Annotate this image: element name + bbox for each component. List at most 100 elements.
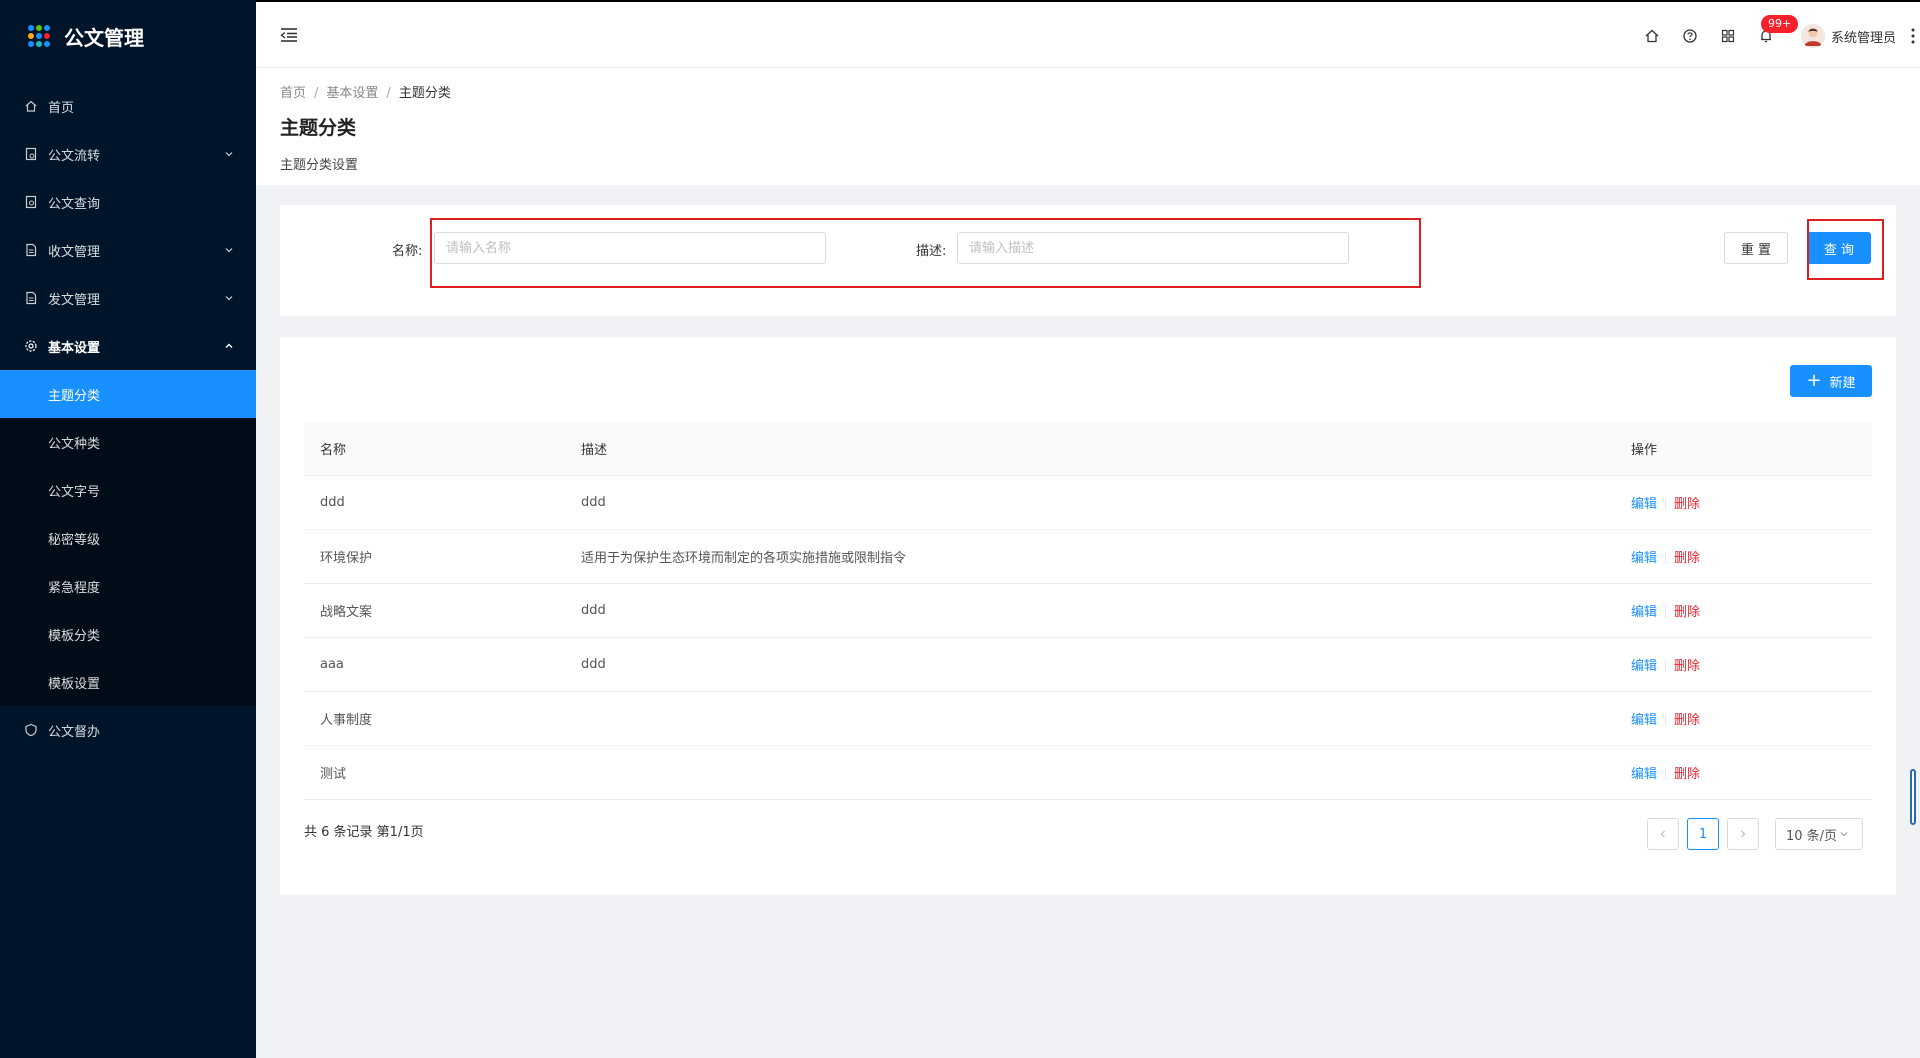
more-vertical-icon[interactable]	[1910, 27, 1916, 45]
cell-actions: 编辑 删除	[1615, 475, 1872, 530]
table-row: 人事制度 编辑 删除	[304, 691, 1872, 746]
home-icon[interactable]	[1643, 27, 1661, 45]
help-icon[interactable]	[1681, 27, 1699, 45]
edit-link[interactable]: 编辑	[1631, 497, 1657, 512]
table-row: aaa ddd 编辑 删除	[304, 637, 1872, 692]
page-size-value: 10 条/页	[1786, 828, 1838, 844]
sidebar-item-doc-send[interactable]: 发文管理	[0, 274, 256, 322]
sidebar-item-label: 秘密等级	[48, 532, 101, 548]
username[interactable]: 系统管理员	[1831, 27, 1896, 46]
table-row: ddd ddd 编辑 删除	[304, 475, 1872, 530]
new-button[interactable]: + 新建	[1790, 365, 1872, 397]
chevron-left-icon	[1660, 830, 1665, 838]
prev-page-button[interactable]	[1647, 818, 1679, 850]
breadcrumb-basic-settings[interactable]: 基本设置	[326, 86, 378, 101]
doc-search-icon	[24, 195, 38, 209]
delete-link[interactable]: 删除	[1674, 659, 1700, 674]
cell-name: aaa	[304, 637, 565, 692]
reset-button[interactable]: 重 置	[1724, 232, 1788, 264]
plus-icon: +	[1806, 370, 1822, 391]
delete-link[interactable]: 删除	[1674, 551, 1700, 566]
sidebar-item-basic-settings[interactable]: 基本设置	[0, 322, 256, 370]
chevron-down-icon	[225, 152, 233, 157]
delete-link[interactable]: 删除	[1674, 767, 1700, 782]
next-page-button[interactable]	[1727, 818, 1759, 850]
chevron-up-icon	[225, 343, 233, 348]
sidebar-item-label: 公文流转	[48, 148, 101, 164]
breadcrumb-home[interactable]: 首页	[280, 86, 306, 101]
app-logo[interactable]: 公文管理	[0, 0, 256, 72]
sidebar-item-home[interactable]: 首页	[0, 82, 256, 130]
action-divider	[1665, 606, 1667, 618]
topic-table: 名称 描述 操作 ddd ddd 编辑 删除 环境保护 适用于为保护生态环境而制定…	[304, 422, 1872, 800]
breadcrumb-current: 主题分类	[398, 86, 451, 101]
cell-actions: 编辑 删除	[1615, 637, 1872, 692]
edit-link[interactable]: 编辑	[1631, 767, 1657, 782]
sidebar-item-template-category[interactable]: 模板分类	[0, 610, 256, 658]
fields-highlight-box	[430, 218, 1421, 288]
sidebar-item-doc-search[interactable]: 公文查询	[0, 178, 256, 226]
edit-link[interactable]: 编辑	[1631, 551, 1657, 566]
new-button-label: 新建	[1829, 375, 1856, 391]
chevron-right-icon	[1741, 830, 1746, 838]
apps-icon[interactable]	[1719, 27, 1737, 45]
cell-name: 环境保护	[304, 529, 565, 584]
edit-link[interactable]: 编辑	[1631, 659, 1657, 674]
sidebar-item-doc-flow[interactable]: 公文流转	[0, 130, 256, 178]
menu-fold-icon[interactable]	[279, 26, 299, 44]
name-label: 名称:	[392, 244, 423, 259]
cell-name: 测试	[304, 745, 565, 800]
delete-link[interactable]: 删除	[1674, 713, 1700, 728]
sidebar-item-topic-category[interactable]: 主题分类	[0, 370, 256, 418]
edit-link[interactable]: 编辑	[1631, 605, 1657, 620]
sidebar-item-doc-receive[interactable]: 收文管理	[0, 226, 256, 274]
action-divider	[1665, 714, 1667, 726]
sidebar-item-label: 主题分类	[48, 388, 101, 404]
cell-actions: 编辑 删除	[1615, 529, 1872, 584]
home-icon	[24, 99, 38, 113]
sidebar-item-doc-number[interactable]: 公文字号	[0, 466, 256, 514]
sidebar-item-label: 公文字号	[48, 484, 101, 500]
sidebar-item-doc-type[interactable]: 公文种类	[0, 418, 256, 466]
avatar[interactable]	[1800, 24, 1825, 48]
gear-icon	[24, 339, 38, 353]
sidebar-item-template-settings[interactable]: 模板设置	[0, 658, 256, 706]
apps-grid-icon	[28, 25, 50, 47]
pagination-total: 共 6 条记录 第1/1页	[304, 825, 424, 840]
scrollbar-thumb[interactable]	[1910, 769, 1916, 825]
sidebar-item-label: 紧急程度	[48, 580, 101, 596]
bell-icon[interactable]: 99+	[1757, 15, 1799, 45]
page-size-select[interactable]: 10 条/页	[1775, 818, 1863, 850]
basic-settings-submenu: 主题分类 公文种类 公文字号 秘密等级 紧急程度 模板分类 模板设置	[0, 370, 256, 706]
query-highlight-box	[1807, 219, 1884, 280]
cell-actions: 编辑 删除	[1615, 583, 1872, 638]
cell-name: 战略文案	[304, 583, 565, 638]
breadcrumb-separator: /	[314, 86, 319, 101]
cell-desc	[565, 745, 1615, 800]
page-header: 首页 / 基本设置 / 主题分类 主题分类 主题分类设置	[256, 68, 1920, 185]
action-divider	[1665, 498, 1667, 510]
sidebar-item-supervision[interactable]: 公文督办	[0, 706, 256, 754]
chevron-down-icon	[1840, 832, 1848, 837]
breadcrumb: 首页 / 基本设置 / 主题分类	[280, 82, 1920, 101]
cell-name: ddd	[304, 475, 565, 530]
doc-flow-icon	[24, 147, 38, 161]
sidebar-item-label: 模板设置	[48, 676, 101, 692]
sidebar-item-secret-level[interactable]: 秘密等级	[0, 514, 256, 562]
delete-link[interactable]: 删除	[1674, 497, 1700, 512]
cell-desc: ddd	[565, 475, 1615, 530]
cell-name: 人事制度	[304, 691, 565, 746]
top-header: 99+ 系统管理员	[256, 0, 1920, 68]
app-title: 公文管理	[64, 25, 144, 50]
sidebar-item-urgency[interactable]: 紧急程度	[0, 562, 256, 610]
edit-link[interactable]: 编辑	[1631, 713, 1657, 728]
sidebar-item-label: 发文管理	[48, 292, 101, 308]
search-form: 名称: 描述: 重 置 查 询	[280, 205, 1896, 316]
topic-table-card: + 新建 名称 描述 操作 ddd ddd 编辑 删除 环境保护 适用于为保护生态…	[280, 337, 1896, 895]
doc-send-icon	[24, 291, 38, 305]
sidebar-item-label: 公文督办	[48, 724, 101, 740]
sidebar-item-label: 收文管理	[48, 244, 101, 260]
page-description: 主题分类设置	[280, 158, 359, 173]
page-number-button[interactable]: 1	[1687, 818, 1719, 850]
delete-link[interactable]: 删除	[1674, 605, 1700, 620]
